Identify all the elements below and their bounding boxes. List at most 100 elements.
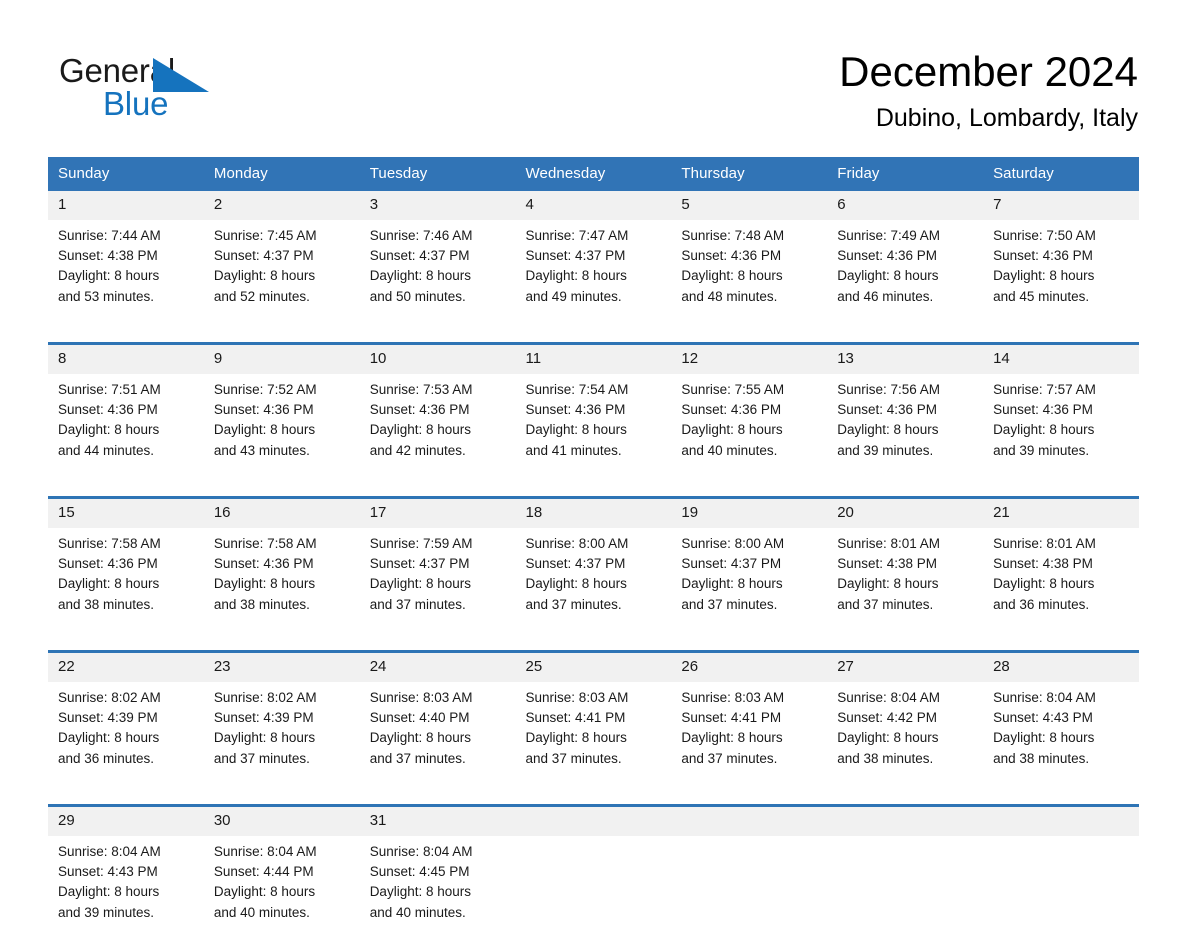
sunrise-text: Sunrise: 8:02 AM xyxy=(213,690,317,705)
day-cell[interactable]: Sunrise: 8:03 AM Sunset: 4:41 PM Daylight:… xyxy=(515,682,672,806)
day-number[interactable]: 3 xyxy=(359,191,516,220)
day-number[interactable]: 1 xyxy=(48,191,204,220)
day-number[interactable]: 28 xyxy=(983,651,1139,682)
day-number[interactable]: 12 xyxy=(671,343,828,374)
day-number[interactable]: 6 xyxy=(827,191,984,220)
day-cell-empty xyxy=(515,836,672,938)
sunset-text: Sunset: 4:36 PM xyxy=(993,248,1093,264)
day-number[interactable]: 4 xyxy=(515,191,672,220)
day-cell[interactable]: Sunrise: 8:03 AM Sunset: 4:40 PM Daylight:… xyxy=(359,682,516,806)
day-number[interactable]: 22 xyxy=(48,651,204,682)
day-cell[interactable]: Sunrise: 7:59 AM Sunset: 4:37 PM Daylight:… xyxy=(359,528,516,652)
sunrise-text: Sunrise: 7:44 AM xyxy=(58,228,161,243)
day-number[interactable]: 27 xyxy=(827,651,984,682)
calendar-week-daynumber-row: 1234567 xyxy=(48,191,1139,220)
day-number[interactable]: 30 xyxy=(203,805,360,836)
daylight-text-line2: and 41 minutes. xyxy=(525,442,622,458)
general-blue-logo[interactable]: General Blue xyxy=(59,52,269,122)
day-number[interactable]: 5 xyxy=(671,191,828,220)
day-number[interactable]: 21 xyxy=(983,497,1139,528)
daylight-text-line1: Daylight: 8 hours xyxy=(993,422,1095,438)
day-cell[interactable]: Sunrise: 8:01 AM Sunset: 4:38 PM Daylight:… xyxy=(983,528,1139,652)
day-number[interactable]: 10 xyxy=(359,343,516,374)
day-cell[interactable]: Sunrise: 8:02 AM Sunset: 4:39 PM Daylight:… xyxy=(203,682,360,806)
day-cell[interactable]: Sunrise: 7:53 AM Sunset: 4:36 PM Daylight:… xyxy=(359,374,516,498)
daylight-text-line2: and 43 minutes. xyxy=(213,442,310,458)
day-cell-empty xyxy=(827,836,984,938)
weekday-header-monday: Monday xyxy=(203,157,360,191)
daylight-text-line2: and 37 minutes. xyxy=(681,750,778,766)
day-number[interactable]: 8 xyxy=(48,343,204,374)
sunrise-text: Sunrise: 8:04 AM xyxy=(213,844,317,859)
day-cell[interactable]: Sunrise: 7:48 AM Sunset: 4:36 PM Daylight:… xyxy=(671,220,828,344)
day-cell[interactable]: Sunrise: 8:02 AM Sunset: 4:39 PM Daylight:… xyxy=(48,682,204,806)
day-number[interactable]: 29 xyxy=(48,805,204,836)
day-cell[interactable]: Sunrise: 8:03 AM Sunset: 4:41 PM Daylight:… xyxy=(671,682,828,806)
day-number[interactable]: 31 xyxy=(359,805,516,836)
day-number[interactable]: 17 xyxy=(359,497,516,528)
sunset-text: Sunset: 4:36 PM xyxy=(213,402,314,418)
day-number[interactable]: 16 xyxy=(203,497,360,528)
sunrise-text: Sunrise: 7:52 AM xyxy=(213,382,317,397)
sunset-text: Sunset: 4:36 PM xyxy=(837,402,938,418)
day-number-empty xyxy=(827,805,984,836)
day-cell[interactable]: Sunrise: 8:04 AM Sunset: 4:45 PM Daylight:… xyxy=(359,836,516,938)
day-number[interactable]: 18 xyxy=(515,497,672,528)
day-cell[interactable]: Sunrise: 7:58 AM Sunset: 4:36 PM Daylight:… xyxy=(48,528,204,652)
day-number[interactable]: 2 xyxy=(203,191,360,220)
day-cell[interactable]: Sunrise: 7:55 AM Sunset: 4:36 PM Daylight:… xyxy=(671,374,828,498)
day-number[interactable]: 7 xyxy=(983,191,1139,220)
weekday-header-thursday: Thursday xyxy=(671,157,828,191)
daylight-text-line1: Daylight: 8 hours xyxy=(993,576,1095,592)
day-cell[interactable]: Sunrise: 8:00 AM Sunset: 4:37 PM Daylight:… xyxy=(515,528,672,652)
day-number[interactable]: 15 xyxy=(48,497,204,528)
day-number[interactable]: 19 xyxy=(671,497,828,528)
day-number[interactable]: 25 xyxy=(515,651,672,682)
daylight-text-line1: Daylight: 8 hours xyxy=(58,576,160,592)
sunset-text: Sunset: 4:40 PM xyxy=(369,710,470,726)
sunrise-text: Sunrise: 7:51 AM xyxy=(58,382,161,397)
sunrise-text: Sunrise: 7:57 AM xyxy=(993,382,1096,397)
day-cell[interactable]: Sunrise: 8:04 AM Sunset: 4:42 PM Daylight:… xyxy=(827,682,984,806)
day-cell[interactable]: Sunrise: 7:56 AM Sunset: 4:36 PM Daylight:… xyxy=(827,374,984,498)
day-cell[interactable]: Sunrise: 7:54 AM Sunset: 4:36 PM Daylight:… xyxy=(515,374,672,498)
day-cell[interactable]: Sunrise: 7:47 AM Sunset: 4:37 PM Daylight:… xyxy=(515,220,672,344)
daylight-text-line1: Daylight: 8 hours xyxy=(369,730,471,746)
sunset-text: Sunset: 4:37 PM xyxy=(213,248,314,264)
sunset-text: Sunset: 4:39 PM xyxy=(58,710,158,726)
day-cell[interactable]: Sunrise: 8:04 AM Sunset: 4:43 PM Daylight:… xyxy=(48,836,204,938)
sunset-text: Sunset: 4:36 PM xyxy=(525,402,626,418)
day-cell[interactable]: Sunrise: 7:51 AM Sunset: 4:36 PM Daylight:… xyxy=(48,374,204,498)
day-cell[interactable]: Sunrise: 7:46 AM Sunset: 4:37 PM Daylight:… xyxy=(359,220,516,344)
sunrise-text: Sunrise: 8:01 AM xyxy=(993,536,1096,551)
day-cell[interactable]: Sunrise: 7:58 AM Sunset: 4:36 PM Daylight:… xyxy=(203,528,360,652)
calendar-week-daynumber-row: 8 9 10 11 12 13 14 xyxy=(48,343,1139,374)
day-number[interactable]: 11 xyxy=(515,343,672,374)
daylight-text-line2: and 46 minutes. xyxy=(837,288,934,304)
day-cell[interactable]: Sunrise: 8:04 AM Sunset: 4:43 PM Daylight:… xyxy=(983,682,1139,806)
sunset-text: Sunset: 4:36 PM xyxy=(837,248,938,264)
title-block: December 2024 Dubino, Lombardy, Italy xyxy=(839,46,1138,134)
day-cell[interactable]: Sunrise: 7:45 AM Sunset: 4:37 PM Daylight:… xyxy=(203,220,360,344)
day-number[interactable]: 13 xyxy=(827,343,984,374)
day-number[interactable]: 14 xyxy=(983,343,1139,374)
day-number[interactable]: 26 xyxy=(671,651,828,682)
day-cell[interactable]: Sunrise: 7:52 AM Sunset: 4:36 PM Daylight:… xyxy=(203,374,360,498)
day-cell[interactable]: Sunrise: 7:49 AM Sunset: 4:36 PM Daylight:… xyxy=(827,220,984,344)
daylight-text-line1: Daylight: 8 hours xyxy=(525,422,627,438)
daylight-text-line1: Daylight: 8 hours xyxy=(681,422,783,438)
daylight-text-line2: and 49 minutes. xyxy=(525,288,622,304)
sunset-text: Sunset: 4:43 PM xyxy=(993,710,1093,726)
day-number[interactable]: 20 xyxy=(827,497,984,528)
day-cell[interactable]: Sunrise: 8:01 AM Sunset: 4:38 PM Daylight:… xyxy=(827,528,984,652)
day-cell[interactable]: Sunrise: 8:00 AM Sunset: 4:37 PM Daylight:… xyxy=(671,528,828,652)
day-number[interactable]: 24 xyxy=(359,651,516,682)
daylight-text-line1: Daylight: 8 hours xyxy=(837,576,939,592)
day-number[interactable]: 9 xyxy=(203,343,360,374)
day-cell[interactable]: Sunrise: 7:44 AM Sunset: 4:38 PM Daylight:… xyxy=(48,220,204,344)
sunset-text: Sunset: 4:36 PM xyxy=(58,402,158,418)
day-cell[interactable]: Sunrise: 7:50 AM Sunset: 4:36 PM Daylight:… xyxy=(983,220,1139,344)
day-cell[interactable]: Sunrise: 8:04 AM Sunset: 4:44 PM Daylight:… xyxy=(203,836,360,938)
day-cell[interactable]: Sunrise: 7:57 AM Sunset: 4:36 PM Daylight:… xyxy=(983,374,1139,498)
day-number[interactable]: 23 xyxy=(203,651,360,682)
